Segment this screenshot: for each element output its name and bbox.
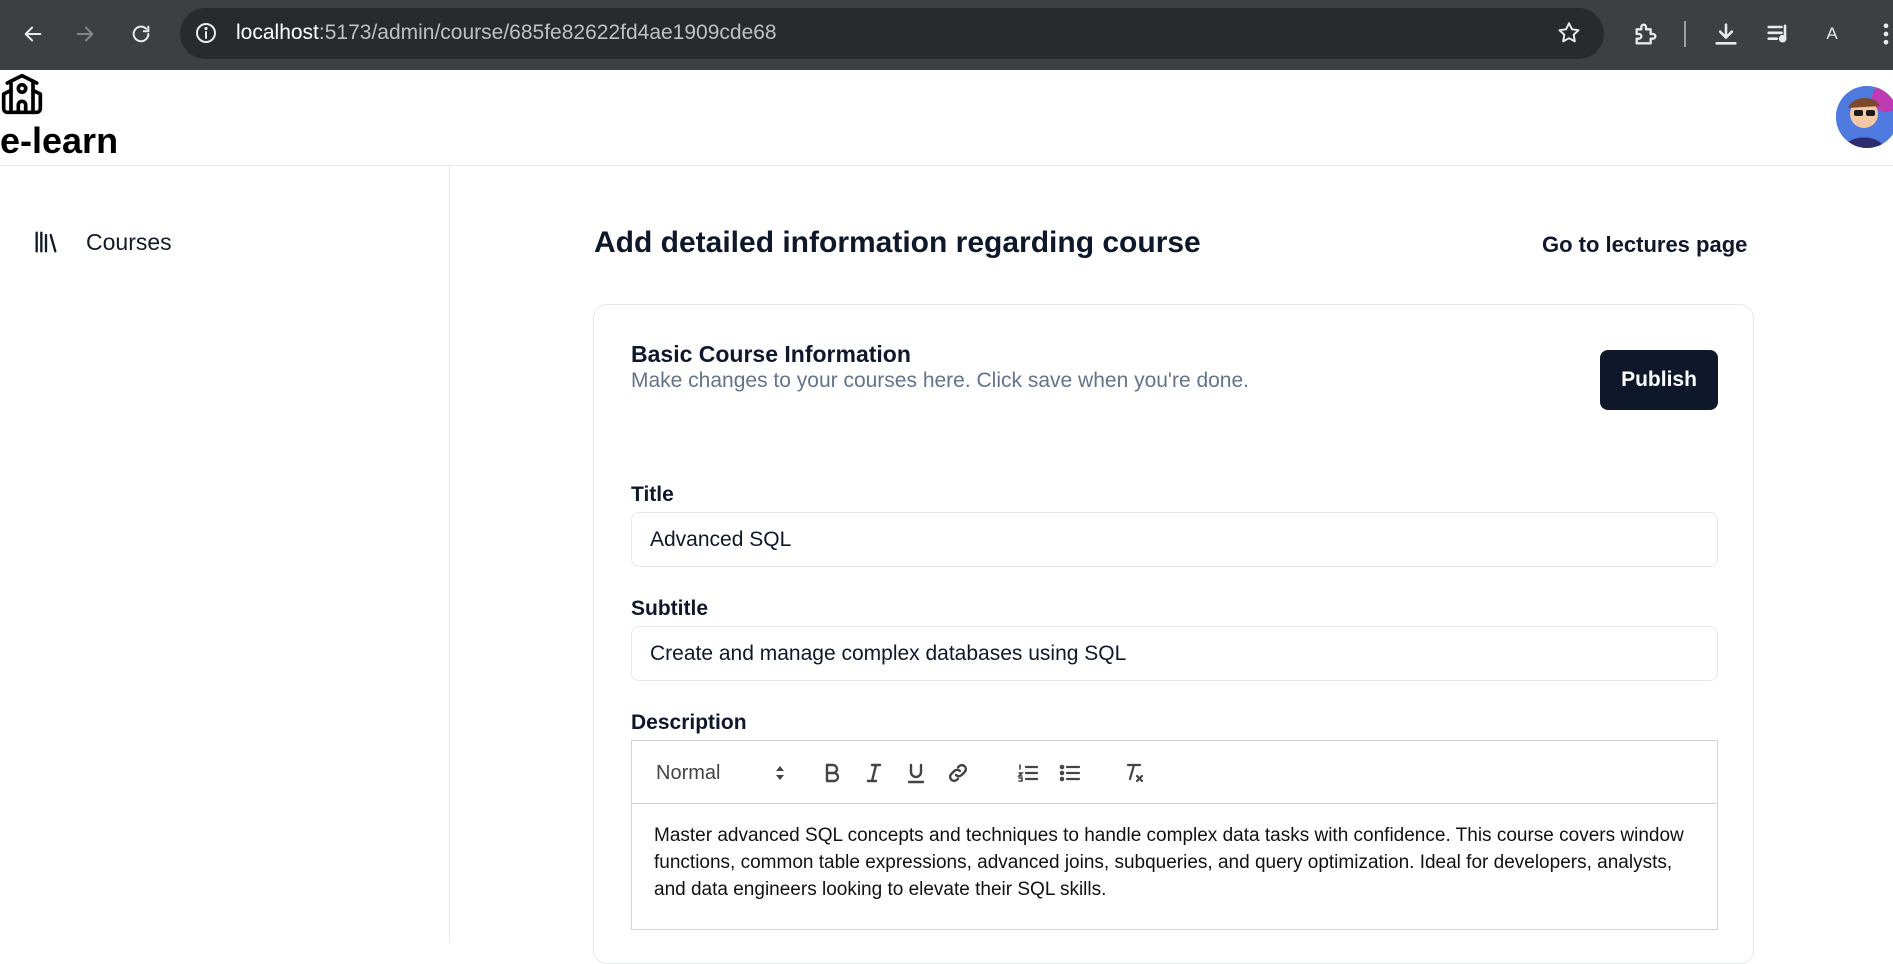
description-label: Description — [631, 711, 747, 734]
library-icon — [35, 231, 57, 253]
title-label: Title — [631, 483, 674, 506]
description-editor-content[interactable]: Master advanced SQL concepts and techniq… — [632, 804, 1717, 921]
bullet-list-icon — [1059, 764, 1081, 782]
subtitle-input[interactable] — [631, 626, 1718, 681]
editor-toolbar: Normal — [632, 741, 1717, 804]
publish-button[interactable]: Publish — [1600, 350, 1718, 410]
italic-button[interactable] — [860, 759, 888, 787]
avatar-image — [1836, 86, 1893, 148]
url-text: localhost:5173/admin/course/685fe82622fd… — [236, 21, 777, 44]
reload-button[interactable] — [124, 17, 158, 51]
sidebar-item-label: Courses — [86, 228, 172, 255]
course-info-card: Basic Course Information Make changes to… — [593, 304, 1754, 964]
sidebar: Courses — [0, 166, 450, 942]
address-bar[interactable]: localhost:5173/admin/course/685fe82622fd… — [180, 8, 1604, 59]
avatar[interactable] — [1836, 86, 1893, 148]
bookmark-star-icon[interactable] — [1556, 20, 1582, 46]
profile-button[interactable]: A — [1818, 20, 1846, 48]
italic-icon — [866, 763, 882, 783]
forward-button[interactable] — [68, 17, 102, 51]
reload-icon — [132, 25, 150, 43]
page-title: Add detailed information regarding cours… — [594, 226, 1201, 259]
clear-format-button[interactable] — [1120, 759, 1148, 787]
card-description: Make changes to your courses here. Click… — [631, 369, 1250, 392]
arrow-right-icon — [76, 26, 94, 42]
underline-button[interactable] — [902, 759, 930, 787]
download-icon[interactable] — [1712, 20, 1740, 48]
subtitle-label: Subtitle — [631, 597, 708, 620]
extensions-icon[interactable] — [1632, 20, 1660, 48]
link-icon — [948, 763, 968, 783]
go-to-lectures-link[interactable]: Go to lectures page — [1542, 232, 1747, 258]
description-editor: Normal Master advanced SQL concepts and … — [631, 740, 1718, 930]
media-queue-icon[interactable] — [1764, 20, 1792, 48]
menu-dots-icon[interactable] — [1872, 20, 1893, 48]
bold-button[interactable] — [818, 759, 846, 787]
site-info-icon[interactable] — [194, 21, 218, 45]
toolbar-divider — [1684, 21, 1686, 47]
arrow-left-icon — [24, 26, 42, 42]
format-select-value: Normal — [656, 761, 721, 784]
bullet-list-button[interactable] — [1056, 759, 1084, 787]
bold-icon — [825, 763, 840, 783]
sidebar-item-courses[interactable]: Courses — [32, 224, 172, 260]
back-button[interactable] — [16, 17, 50, 51]
up-down-chevron-icon — [776, 766, 784, 780]
brand-name[interactable]: e-learn — [0, 120, 118, 162]
ordered-list-button[interactable] — [1014, 759, 1042, 787]
underline-icon — [907, 763, 925, 784]
school-icon[interactable] — [0, 72, 44, 116]
format-select[interactable]: Normal — [656, 759, 786, 787]
title-input[interactable] — [631, 512, 1718, 567]
ordered-list-icon — [1017, 764, 1039, 782]
clear-format-icon — [1126, 763, 1144, 783]
card-title: Basic Course Information — [631, 341, 911, 367]
browser-toolbar: localhost:5173/admin/course/685fe82622fd… — [0, 0, 1893, 70]
link-button[interactable] — [944, 759, 972, 787]
app-header: e-learn — [0, 70, 1893, 166]
